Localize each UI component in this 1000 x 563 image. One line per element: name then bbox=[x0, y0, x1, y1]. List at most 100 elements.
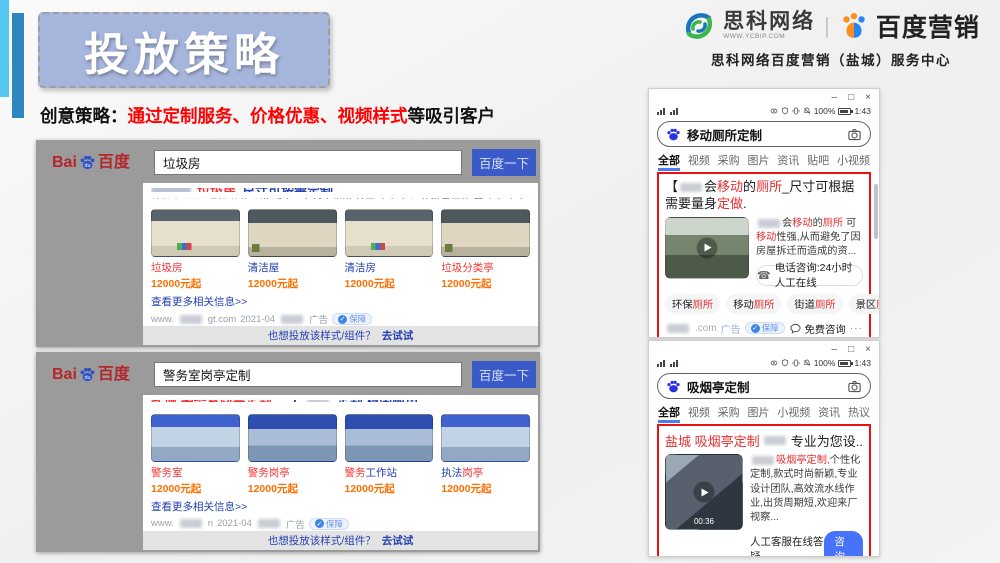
tag-pre: 街道 bbox=[794, 296, 815, 311]
tab-news[interactable]: 资讯 bbox=[777, 152, 799, 171]
mobile-ad-card-highlighted[interactable]: 【会移动的厕所_尺寸可根据需要量身定做. 会移动的厕所 可移动性强,从而避免了因… bbox=[657, 172, 871, 338]
ad-source-line: www.n 2021-04 广告 ✓保障 bbox=[151, 517, 530, 531]
tag-button[interactable]: 移动厕所 bbox=[726, 294, 781, 314]
sike-network-wordmark: 思科网络 WWW.YCBIP.COM bbox=[723, 11, 815, 41]
minimize-button[interactable]: – bbox=[832, 345, 838, 355]
mobile-serp-screenshot-smoking-booth: – □ × 100% 1:43 bbox=[648, 340, 880, 557]
tag-kw: 厕所 bbox=[693, 296, 714, 311]
tab-news[interactable]: 资讯 bbox=[818, 404, 840, 423]
product-card[interactable]: 警务岗亭 12000元起 bbox=[248, 414, 337, 496]
mobile-search-bar[interactable]: 移动厕所定制 bbox=[657, 121, 871, 147]
ad-source-line: www.gt.com 2021-04 广告 ✓保障 bbox=[151, 312, 530, 326]
serp-search-bar: Bai du 百度 垃圾房 百度一下 bbox=[36, 140, 540, 176]
product-photo bbox=[151, 209, 240, 257]
tab-all[interactable]: 全部 bbox=[658, 404, 680, 423]
battery-icon bbox=[838, 360, 851, 367]
tab-images[interactable]: 图片 bbox=[747, 404, 769, 423]
baidu-search-button[interactable]: 百度一下 bbox=[472, 149, 536, 176]
search-input[interactable]: 垃圾房 bbox=[154, 150, 462, 175]
tag-button[interactable]: 街道厕所 bbox=[787, 294, 842, 314]
product-card[interactable]: 清洁房 12000元起 bbox=[345, 209, 434, 291]
ad-url-pre: www. bbox=[151, 518, 174, 529]
mobile-ad-card-highlighted[interactable]: 盐城 吸烟亭定制 专业为您设.. 00:36 吸烟亭定制,个性化定制,款式时尚新… bbox=[657, 424, 871, 557]
card-price: 12000元起 bbox=[441, 276, 530, 291]
scrollbar[interactable] bbox=[874, 184, 878, 239]
product-card[interactable]: 警务室 12000元起 bbox=[151, 414, 240, 496]
more-options-icon[interactable]: ··· bbox=[850, 323, 863, 334]
ad-url: .com bbox=[695, 323, 717, 334]
baidu-paw-icon bbox=[666, 379, 681, 394]
result-tabs: 全部 视频 采购 图片 资讯 贴吧 小视频 bbox=[657, 152, 871, 171]
ad-title[interactable]: 盐城 吸烟亭定制 专业为您设.. bbox=[665, 431, 863, 450]
maximize-button[interactable]: □ bbox=[848, 93, 854, 103]
tab-all[interactable]: 全部 bbox=[658, 152, 680, 171]
product-card[interactable]: 清洁屋 12000元起 bbox=[248, 209, 337, 291]
card-price: 12000元起 bbox=[345, 481, 434, 496]
signal-icon bbox=[670, 360, 678, 367]
video-duration: 00:36 bbox=[694, 517, 714, 526]
baidu-logo-bai: Bai bbox=[52, 155, 77, 171]
ad-description: 环保专业生产各类岗亭,警务室岗亭定制,保安岗亭等,按需非标设计定制,品质保证,终… bbox=[151, 405, 530, 406]
try-style-bar: 也想投放该样式/组件？ 去试试 bbox=[143, 531, 538, 550]
ad-title[interactable]: 垃圾房 尺寸可按需定制 bbox=[151, 188, 530, 192]
bell-off-icon bbox=[803, 107, 811, 115]
tab-hot[interactable]: 热议 bbox=[848, 404, 870, 423]
tag-button[interactable]: 环保厕所 bbox=[665, 294, 720, 314]
assurance-badge-label: 保障 bbox=[349, 313, 366, 325]
tab-mini-video[interactable]: 小视频 bbox=[837, 152, 870, 171]
baidu-paw-icon: du bbox=[79, 366, 96, 383]
search-query-text: 垃圾房 bbox=[163, 153, 201, 172]
desktop-serp-screenshot-trash-room: Bai du 百度 垃圾房 百度一下 垃圾房 尺寸可按需定制 垃 bbox=[36, 140, 540, 347]
tab-images[interactable]: 图片 bbox=[747, 152, 769, 171]
card-title-pre: 清洁房 bbox=[345, 262, 377, 274]
consult-button[interactable]: 咨询 bbox=[824, 531, 863, 557]
see-more-link[interactable]: 查看更多相关信息>> bbox=[151, 499, 530, 514]
mobile-search-bar[interactable]: 吸烟亭定制 bbox=[657, 373, 871, 399]
close-button[interactable]: × bbox=[865, 93, 871, 103]
tab-video[interactable]: 视频 bbox=[688, 152, 710, 171]
play-button[interactable] bbox=[697, 237, 718, 258]
ad-title-link[interactable]: - 【 bbox=[278, 400, 299, 402]
product-card[interactable]: 垃圾房 12000元起 bbox=[151, 209, 240, 291]
close-button[interactable]: × bbox=[865, 345, 871, 355]
ad-title[interactable]: 盐城 警务室岗亭定制 - 【 定制 稳固耐用 bbox=[151, 400, 530, 402]
product-card[interactable]: 执法岗亭 12000元起 bbox=[441, 414, 530, 496]
play-button[interactable] bbox=[694, 482, 715, 503]
window-controls: – □ × bbox=[657, 343, 871, 356]
baidu-logo: Bai du 百度 bbox=[52, 366, 144, 383]
ad-title-keyword[interactable]: 盐城 警务室岗亭定制 bbox=[151, 400, 272, 402]
tab-procurement[interactable]: 采购 bbox=[718, 404, 740, 423]
camera-icon[interactable] bbox=[847, 379, 862, 394]
tab-tieba[interactable]: 贴吧 bbox=[807, 152, 829, 171]
try-it-link[interactable]: 去试试 bbox=[382, 533, 414, 548]
title-text: 【 bbox=[665, 179, 678, 194]
free-consult-link[interactable]: 免费咨询 bbox=[805, 321, 846, 336]
ad-title-link[interactable]: 尺寸可按需定制 bbox=[242, 188, 333, 192]
window-controls: – □ × bbox=[657, 91, 871, 104]
ad-title-keyword[interactable]: 垃圾房 bbox=[197, 188, 236, 192]
ad-title-link[interactable]: 定制 稳固耐用 bbox=[337, 400, 419, 402]
battery-percent: 100% bbox=[814, 358, 836, 368]
search-query-text: 吸烟亭定制 bbox=[687, 377, 841, 396]
camera-icon[interactable] bbox=[847, 127, 862, 142]
product-card[interactable]: 警务工作站 12000元起 bbox=[345, 414, 434, 496]
tab-procurement[interactable]: 采购 bbox=[718, 152, 740, 171]
product-card[interactable]: 垃圾分类亭 12000元起 bbox=[441, 209, 530, 291]
ad-title[interactable]: 【会移动的厕所_尺寸可根据需要量身定做. bbox=[665, 179, 863, 213]
minimize-button[interactable]: – bbox=[832, 93, 838, 103]
phone-consult-button[interactable]: ☎ 电话咨询:24小时人工在线 bbox=[756, 265, 863, 286]
see-more-link[interactable]: 查看更多相关信息>> bbox=[151, 294, 530, 309]
sike-network-logo-icon bbox=[682, 9, 716, 43]
baidu-search-button[interactable]: 百度一下 bbox=[472, 361, 536, 388]
tab-mini-video[interactable]: 小视频 bbox=[777, 404, 810, 423]
phone-icon: ☎ bbox=[757, 269, 771, 282]
chat-bubble-icon bbox=[790, 323, 801, 334]
tag-button[interactable]: 景区厕所 bbox=[849, 294, 880, 314]
search-input[interactable]: 警务室岗亭定制 bbox=[154, 362, 462, 387]
maximize-button[interactable]: □ bbox=[848, 345, 854, 355]
tab-video[interactable]: 视频 bbox=[688, 404, 710, 423]
try-it-link[interactable]: 去试试 bbox=[382, 328, 414, 343]
title-keyword: 厕所 bbox=[756, 179, 782, 194]
product-photo bbox=[441, 414, 530, 462]
strategy-highlight: 通过定制服务、价格优惠、视频样式 bbox=[128, 106, 408, 126]
